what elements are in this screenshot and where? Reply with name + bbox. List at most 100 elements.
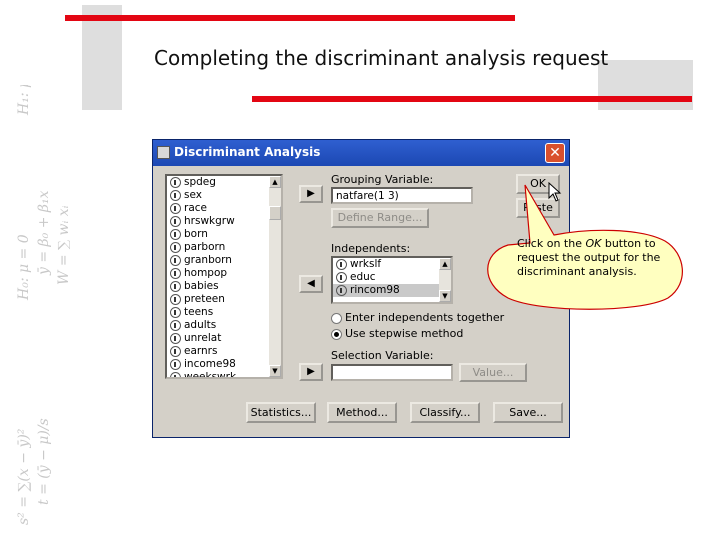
variable-list-item[interactable]: hompop bbox=[167, 267, 281, 280]
variable-name: adults bbox=[184, 319, 217, 331]
scroll-up-icon[interactable]: ▲ bbox=[269, 176, 281, 188]
variable-list-item[interactable]: babies bbox=[167, 280, 281, 293]
radio-stepwise[interactable] bbox=[331, 328, 342, 340]
formula-text: W = ∑ wᵢ xᵢ bbox=[56, 205, 70, 285]
variable-name: parborn bbox=[184, 241, 226, 253]
variable-list-item[interactable]: earnrs bbox=[167, 345, 281, 358]
variable-name: hompop bbox=[184, 267, 228, 279]
variable-name: educ bbox=[350, 271, 376, 283]
variable-name: income98 bbox=[184, 358, 236, 370]
selection-variable-field[interactable] bbox=[331, 364, 453, 381]
variable-name: teens bbox=[184, 306, 214, 318]
variable-name: spdeg bbox=[184, 176, 216, 188]
variable-list-item[interactable]: unrelat bbox=[167, 332, 281, 345]
move-to-selection-button[interactable]: ▶ bbox=[299, 363, 323, 381]
decorative-gray-block-right bbox=[598, 60, 693, 110]
variable-list-item[interactable]: spdeg bbox=[167, 176, 281, 189]
dialog-title: Discriminant Analysis bbox=[174, 145, 321, 159]
variable-icon bbox=[170, 333, 181, 344]
enter-together-option[interactable]: Enter independents together bbox=[331, 311, 504, 324]
variable-list-item[interactable]: born bbox=[167, 228, 281, 241]
variable-name: earnrs bbox=[184, 345, 218, 357]
callout-text: Click on the OK button to request the ou… bbox=[517, 237, 667, 279]
variable-list-item[interactable]: race bbox=[167, 202, 281, 215]
formula-text: ȳ = β₀ + β₁x bbox=[36, 190, 52, 275]
variable-list-item[interactable]: granborn bbox=[167, 254, 281, 267]
formula-text: s² = ∑(x − ȳ)² bbox=[16, 428, 32, 525]
variable-icon bbox=[170, 242, 181, 253]
variable-icon bbox=[170, 359, 181, 370]
slide-title: Completing the discriminant analysis req… bbox=[154, 46, 609, 70]
variable-icon bbox=[336, 285, 347, 296]
callout-emphasis: OK bbox=[585, 237, 602, 250]
variable-icon bbox=[170, 216, 181, 227]
variable-icon bbox=[336, 272, 347, 283]
callout-text-part: Click on the bbox=[517, 237, 586, 250]
variable-icon bbox=[170, 203, 181, 214]
variable-list-item[interactable]: income98 bbox=[167, 358, 281, 371]
scroll-thumb[interactable] bbox=[269, 206, 281, 220]
variable-icon bbox=[170, 190, 181, 201]
value-button[interactable]: Value... bbox=[459, 363, 527, 382]
variable-icon bbox=[170, 320, 181, 331]
variable-list-item[interactable]: weekswrk bbox=[167, 371, 281, 379]
formula-text: t = (ȳ − μ)/s bbox=[36, 418, 52, 505]
variable-name: weekswrk bbox=[184, 371, 237, 379]
variable-name: preteen bbox=[184, 293, 225, 305]
variable-name: granborn bbox=[184, 254, 232, 266]
mouse-cursor-icon bbox=[548, 182, 562, 202]
variable-name: babies bbox=[184, 280, 219, 292]
formula-text: H₀: μ = 0 bbox=[16, 234, 32, 300]
variable-list-item[interactable]: preteen bbox=[167, 293, 281, 306]
independents-list-scrollbar[interactable]: ▲ ▼ bbox=[439, 258, 451, 302]
variable-name: race bbox=[184, 202, 207, 214]
classify-button[interactable]: Classify... bbox=[410, 402, 480, 423]
save-button[interactable]: Save... bbox=[493, 402, 563, 423]
move-to-grouping-button[interactable]: ▶ bbox=[299, 185, 323, 203]
close-button[interactable]: ✕ bbox=[545, 143, 565, 163]
variable-icon bbox=[170, 255, 181, 266]
radio-enter-together[interactable] bbox=[331, 312, 342, 324]
dialog-titlebar[interactable]: Discriminant Analysis ✕ bbox=[153, 140, 569, 166]
independent-list-item[interactable]: wrkslf bbox=[333, 258, 451, 271]
variable-list-item[interactable]: sex bbox=[167, 189, 281, 202]
scroll-down-icon[interactable]: ▼ bbox=[439, 290, 451, 302]
independent-list-item[interactable]: educ bbox=[333, 271, 451, 284]
selection-variable-label: Selection Variable: bbox=[331, 349, 434, 362]
variable-name: rincom98 bbox=[350, 284, 400, 296]
variable-icon bbox=[170, 268, 181, 279]
variable-icon bbox=[170, 346, 181, 357]
variable-list-item[interactable]: teens bbox=[167, 306, 281, 319]
formula-text: H₁: μ < 0 bbox=[16, 85, 32, 115]
move-to-independents-button[interactable]: ◀ bbox=[299, 275, 323, 293]
grouping-variable-label: Grouping Variable: bbox=[331, 173, 434, 186]
variable-name: hrswkgrw bbox=[184, 215, 235, 227]
variable-name: sex bbox=[184, 189, 202, 201]
decorative-red-bar-middle bbox=[252, 96, 692, 102]
scroll-up-icon[interactable]: ▲ bbox=[439, 258, 451, 270]
scroll-down-icon[interactable]: ▼ bbox=[269, 365, 281, 377]
method-button[interactable]: Method... bbox=[327, 402, 397, 423]
variable-list-item[interactable]: adults bbox=[167, 319, 281, 332]
variable-icon bbox=[170, 229, 181, 240]
variable-list[interactable]: spdeg sex race hrswkgrw born parborn granborn h… bbox=[165, 174, 283, 379]
variable-name: wrkslf bbox=[350, 258, 382, 270]
define-range-button[interactable]: Define Range... bbox=[331, 208, 429, 228]
variable-icon bbox=[170, 307, 181, 318]
variable-icon bbox=[170, 372, 181, 377]
variable-list-item[interactable]: hrswkgrw bbox=[167, 215, 281, 228]
decorative-red-bar-top bbox=[65, 15, 515, 21]
variable-icon bbox=[336, 259, 347, 270]
independents-label: Independents: bbox=[331, 242, 411, 255]
grouping-variable-field[interactable]: natfare(1 3) bbox=[331, 187, 473, 204]
variable-name: born bbox=[184, 228, 208, 240]
stepwise-label: Use stepwise method bbox=[345, 327, 464, 340]
variable-icon bbox=[170, 281, 181, 292]
variable-list-scrollbar[interactable]: ▲ ▼ bbox=[269, 176, 281, 377]
statistics-button[interactable]: Statistics... bbox=[246, 402, 316, 423]
variable-list-item[interactable]: parborn bbox=[167, 241, 281, 254]
stepwise-option[interactable]: Use stepwise method bbox=[331, 327, 463, 340]
variable-name: unrelat bbox=[184, 332, 222, 344]
independents-list[interactable]: wrkslf educ rincom98 bbox=[331, 256, 453, 304]
independent-list-item[interactable]: rincom98 bbox=[333, 284, 451, 297]
